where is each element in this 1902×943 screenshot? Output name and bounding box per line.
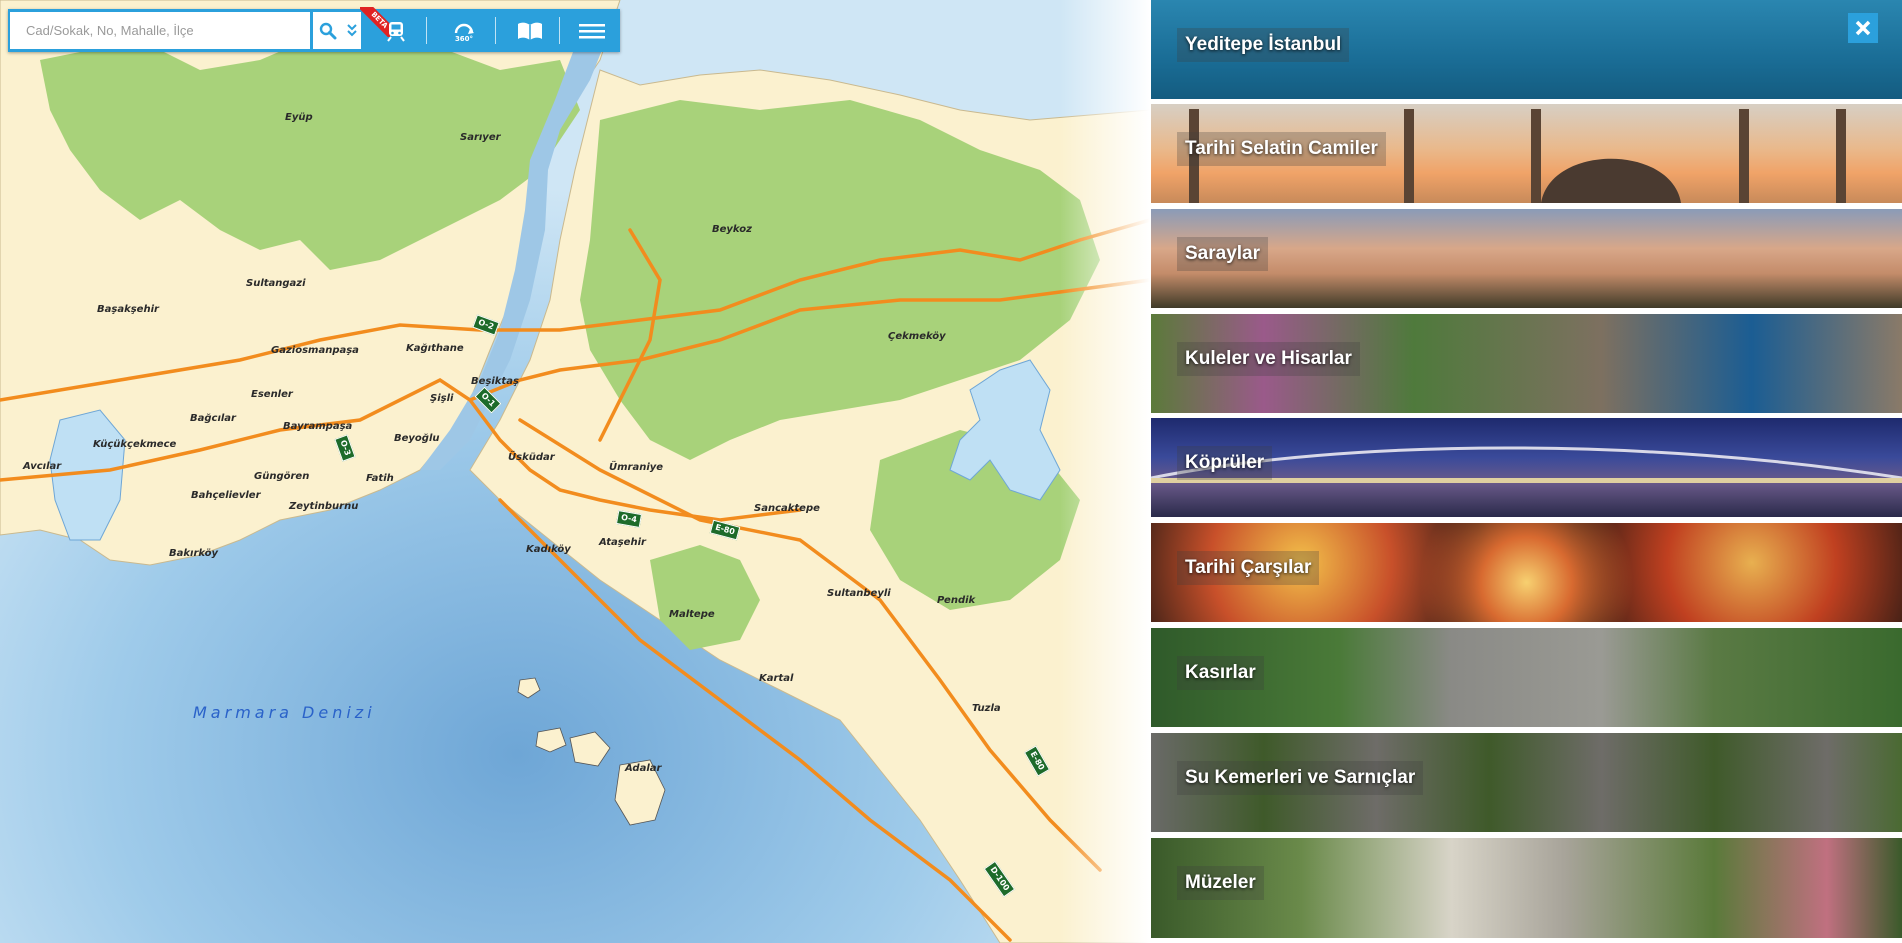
category-card-tarihi-carsilar[interactable]: Tarihi Çarşılar <box>1151 523 1902 622</box>
place-label: Esenler <box>251 389 293 400</box>
expand-search-button[interactable] <box>343 12 361 49</box>
category-title: Su Kemerleri ve Sarnıçlar <box>1177 761 1424 795</box>
book-icon <box>518 22 542 40</box>
place-label: Beykoz <box>712 224 752 235</box>
place-label: Kartal <box>759 673 794 684</box>
search-box <box>10 12 310 49</box>
category-title: Kasırlar <box>1177 656 1264 690</box>
category-card-su-kemerleri[interactable]: Su Kemerleri ve Sarnıçlar <box>1151 733 1902 832</box>
category-title: Tarihi Çarşılar <box>1177 551 1320 585</box>
place-label: Ataşehir <box>599 537 646 548</box>
train-icon <box>386 21 405 42</box>
panorama-360-button[interactable]: 360° <box>434 9 494 52</box>
place-label: Bakırköy <box>169 548 219 559</box>
place-label: Şişli <box>430 393 454 404</box>
toolbar-divider <box>559 17 560 44</box>
category-panel: Yeditepe İstanbul Tarihi Selatin Camiler… <box>1150 0 1902 943</box>
map-fade <box>1060 0 1150 943</box>
place-label: Güngören <box>254 471 310 482</box>
place-label: Eyüp <box>285 112 313 123</box>
category-title: Müzeler <box>1177 866 1264 900</box>
place-label: Fatih <box>366 473 394 484</box>
search-icon <box>319 22 337 39</box>
category-card-kuleler-hisarlar[interactable]: Kuleler ve Hisarlar <box>1151 314 1902 413</box>
sea-label: Marmara Denizi <box>193 703 376 722</box>
place-label: Küçükçekmece <box>93 439 177 450</box>
place-label: Avcılar <box>23 461 62 472</box>
place-label: Zeytinburnu <box>289 501 359 512</box>
place-label: Bayrampaşa <box>283 421 353 432</box>
category-card-kasirlar[interactable]: Kasırlar <box>1151 628 1902 727</box>
place-label: Sarıyer <box>460 132 501 143</box>
map-canvas[interactable]: Marmara Denizi Eyüp Sarıyer Beykoz Sulta… <box>0 0 1150 943</box>
toolbar-divider <box>426 17 427 44</box>
place-label: Kağıthane <box>406 343 464 354</box>
map-toolbar: BETA 360° <box>8 7 620 52</box>
map-graphic[interactable] <box>0 0 1150 943</box>
place-label: Gaziosmanpaşa <box>271 345 359 356</box>
category-card-muzeler[interactable]: Müzeler <box>1151 838 1902 938</box>
category-title: Tarihi Selatin Camiler <box>1177 132 1386 166</box>
search-button[interactable] <box>313 12 343 49</box>
category-card-yeditepe[interactable]: Yeditepe İstanbul <box>1151 0 1902 99</box>
place-label: Sancaktepe <box>754 503 820 514</box>
place-label: Üsküdar <box>508 452 555 463</box>
place-label: Bahçelievler <box>191 490 261 501</box>
place-label: Bağcılar <box>190 413 236 424</box>
menu-button[interactable] <box>564 9 620 52</box>
place-label: Pendik <box>937 595 976 606</box>
toolbar-divider <box>495 17 496 44</box>
place-label: Adalar <box>625 763 662 774</box>
chevron-down-icon <box>347 23 357 36</box>
category-title: Köprüler <box>1177 446 1273 480</box>
place-label: Tuzla <box>972 703 1001 714</box>
category-card-selatin-camiler[interactable]: Tarihi Selatin Camiler <box>1151 104 1902 203</box>
close-panel-button[interactable] <box>1848 13 1878 43</box>
place-label: Başakşehir <box>97 304 159 315</box>
close-icon <box>1855 20 1871 36</box>
place-label: Sultanbeyli <box>827 588 891 599</box>
panorama-label: 360° <box>454 34 474 43</box>
category-title: Yeditepe İstanbul <box>1177 28 1350 62</box>
place-label: Beşiktaş <box>471 376 519 387</box>
search-input[interactable] <box>10 12 310 49</box>
place-label: Ümraniye <box>609 462 664 473</box>
category-title: Saraylar <box>1177 237 1269 271</box>
category-title: Kuleler ve Hisarlar <box>1177 342 1360 376</box>
hamburger-menu-icon <box>579 23 605 38</box>
guide-book-button[interactable] <box>500 9 560 52</box>
place-label: Sultangazi <box>246 278 306 289</box>
rail-transit-button[interactable] <box>373 9 418 52</box>
category-card-saraylar[interactable]: Saraylar <box>1151 209 1902 308</box>
place-label: Maltepe <box>669 609 715 620</box>
category-card-kopruler[interactable]: Köprüler <box>1151 418 1902 517</box>
place-label: Kadıköy <box>526 544 571 555</box>
panorama-icon <box>454 23 474 34</box>
place-label: Beyoğlu <box>394 433 440 444</box>
place-label: Çekmeköy <box>888 331 946 342</box>
